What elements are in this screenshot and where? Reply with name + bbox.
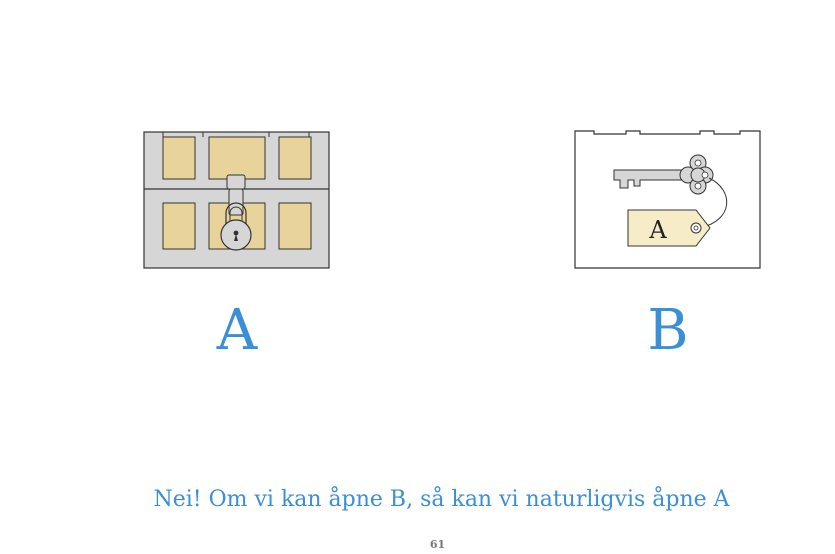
- key-tag-label: A: [648, 216, 667, 244]
- option-b-label: B: [647, 298, 689, 363]
- option-a-label: A: [216, 298, 258, 363]
- caption-text: Nei! Om vi kan åpne B, så kan vi naturli…: [153, 487, 730, 512]
- locked-chest-icon: [143, 131, 330, 269]
- page-number: 61: [429, 538, 446, 551]
- box-with-key-icon: A: [574, 130, 761, 269]
